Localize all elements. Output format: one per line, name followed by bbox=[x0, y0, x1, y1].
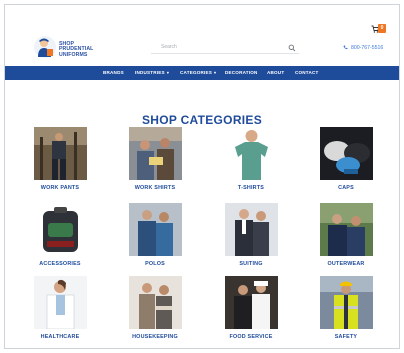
search-icon[interactable] bbox=[288, 44, 296, 52]
search-input[interactable]: Search bbox=[151, 43, 299, 54]
page-title: SHOP CATEGORIES bbox=[141, 113, 263, 127]
category-tile-food-service[interactable]: FOOD SERVICE bbox=[211, 276, 291, 340]
chevron-down-icon: ▾ bbox=[214, 70, 217, 75]
category-label: T-SHIRTS bbox=[237, 185, 265, 191]
category-tile-polos[interactable]: POLOS bbox=[115, 203, 195, 267]
housekeeping-photo bbox=[128, 276, 182, 329]
nav-item-industries[interactable]: INDUSTRIES ▾ bbox=[135, 66, 169, 80]
site-header: Shop Prudential Uniforms Search 0 800 bbox=[5, 5, 399, 66]
work-shirts-photo bbox=[128, 127, 182, 180]
nav-item-brands[interactable]: BRANDS bbox=[103, 66, 124, 80]
category-tile-safety[interactable]: SAFETY bbox=[306, 276, 386, 340]
category-label: OUTERWEAR bbox=[327, 261, 365, 267]
category-tile-t-shirts[interactable]: T-SHIRTS bbox=[211, 127, 291, 191]
nav-item-contact[interactable]: CONTACT bbox=[295, 66, 319, 80]
category-label: WORK SHIRTS bbox=[134, 185, 176, 191]
category-label: CAPS bbox=[338, 185, 354, 191]
category-label: SAFETY bbox=[334, 334, 358, 340]
category-tile-accessories[interactable]: ACCESSORIES bbox=[20, 203, 100, 267]
category-label: WORK PANTS bbox=[40, 185, 80, 191]
category-tile-work-pants[interactable]: WORK PANTS bbox=[20, 127, 100, 191]
category-label: POLOS bbox=[145, 261, 165, 267]
nav-label: INDUSTRIES bbox=[135, 70, 165, 75]
nav-item-about[interactable]: ABOUT bbox=[267, 66, 284, 80]
category-tile-outerwear[interactable]: OUTERWEAR bbox=[306, 203, 386, 267]
phone-number: 800-767-5516 bbox=[351, 45, 384, 51]
t-shirts-photo bbox=[224, 127, 278, 180]
nav-label: CONTACT bbox=[295, 70, 319, 75]
work-pants-photo bbox=[33, 127, 87, 180]
category-tile-housekeeping[interactable]: HOUSEKEEPING bbox=[115, 276, 195, 340]
caps-photo bbox=[319, 127, 373, 180]
phone-link[interactable]: 800-767-5516 bbox=[343, 45, 383, 51]
nav-item-decoration[interactable]: DECORATION bbox=[225, 66, 258, 80]
accessories-photo bbox=[33, 203, 87, 256]
browser-frame: Shop Prudential Uniforms Search 0 800 bbox=[4, 4, 400, 349]
brand-line-3: Uniforms bbox=[59, 51, 88, 58]
brand-name: Shop Prudential Uniforms bbox=[59, 41, 93, 58]
food-service-photo bbox=[224, 276, 278, 329]
polos-photo bbox=[128, 203, 182, 256]
safety-photo bbox=[319, 276, 373, 329]
cart-count-badge: 0 bbox=[378, 24, 386, 33]
healthcare-photo bbox=[33, 276, 87, 329]
category-label: ACCESSORIES bbox=[39, 261, 81, 267]
brand-logo[interactable]: Shop Prudential Uniforms bbox=[32, 34, 108, 60]
main-nav: BRANDS INDUSTRIES ▾ CATEGORIES ▾ DECORATIO… bbox=[5, 66, 399, 80]
nav-label: BRANDS bbox=[103, 70, 124, 75]
nav-label: DECORATION bbox=[225, 70, 258, 75]
nav-label: ABOUT bbox=[267, 70, 285, 75]
nav-item-categories[interactable]: CATEGORIES ▾ bbox=[180, 66, 216, 80]
category-label: SUITING bbox=[239, 261, 263, 267]
category-label: FOOD SERVICE bbox=[229, 334, 273, 340]
category-tile-suiting[interactable]: SUITING bbox=[211, 203, 291, 267]
category-tile-healthcare[interactable]: HEALTHCARE bbox=[20, 276, 100, 340]
suiting-photo bbox=[224, 203, 278, 256]
mascot-icon bbox=[34, 36, 56, 58]
outerwear-photo bbox=[319, 203, 373, 256]
nav-label: CATEGORIES bbox=[180, 70, 213, 75]
search-placeholder: Search bbox=[161, 44, 177, 50]
category-label: HEALTHCARE bbox=[40, 334, 80, 340]
category-tile-work-shirts[interactable]: WORK SHIRTS bbox=[115, 127, 195, 191]
phone-icon bbox=[343, 45, 348, 50]
category-label: HOUSEKEEPING bbox=[132, 334, 178, 340]
chevron-down-icon: ▾ bbox=[166, 70, 170, 75]
cart-button[interactable]: 0 bbox=[371, 24, 387, 34]
category-tile-caps[interactable]: CAPS bbox=[306, 127, 386, 191]
